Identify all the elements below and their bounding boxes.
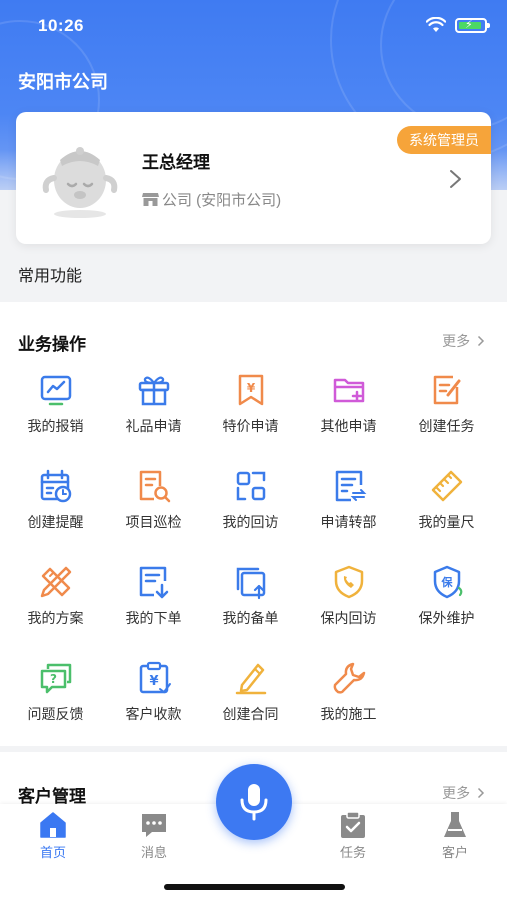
grid-item-my-plan[interactable]: 我的方案 [7, 554, 104, 644]
tab-messages[interactable]: 消息 [119, 810, 189, 861]
home-indicator [164, 884, 345, 890]
chevron-right-icon [477, 787, 485, 799]
scan-icon [236, 471, 265, 501]
shield-refresh-icon: 保 [433, 565, 462, 599]
svg-text:¥: ¥ [246, 381, 255, 395]
business-title: 业务操作 [18, 335, 86, 354]
yen-bookmark-icon: ¥ [238, 374, 263, 406]
avatar [42, 147, 118, 218]
grid-item-warranty-visit[interactable]: 保内回访 [300, 554, 397, 644]
grid-item-special-price[interactable]: ¥ 特价申请 [202, 362, 299, 452]
voice-mic-button[interactable] [216, 764, 292, 840]
wrench-icon [333, 662, 365, 694]
feedback-icon: ? [40, 663, 71, 694]
svg-text:保: 保 [440, 575, 453, 589]
customer-icon [444, 812, 466, 837]
chevron-right-icon [477, 335, 485, 347]
grid-item-payment[interactable]: ¥ 客户收款 [105, 650, 202, 740]
grid-item-my-order[interactable]: 我的下单 [105, 554, 202, 644]
document-search-icon [139, 470, 170, 503]
grid-item-create-contract[interactable]: 创建合同 [202, 650, 299, 740]
company-title: 安阳市公司 [18, 72, 108, 92]
user-company: 公司 (安阳市公司) [162, 192, 282, 209]
folder-add-icon [333, 378, 364, 403]
message-icon [142, 814, 166, 837]
user-name: 王总经理 [142, 153, 210, 172]
grid-item-create-task[interactable]: 创建任务 [398, 362, 495, 452]
task-icon [341, 811, 365, 838]
grid-item-other-request[interactable]: 其他申请 [300, 362, 397, 452]
microphone-icon [240, 784, 268, 821]
grid-item-inspection[interactable]: 项目巡检 [105, 458, 202, 548]
calendar-clock-icon [40, 469, 71, 503]
grid-item-construction[interactable]: 我的施工 [300, 650, 397, 740]
grid-item-gift[interactable]: 礼品申请 [105, 362, 202, 452]
shield-phone-icon [334, 565, 363, 599]
ruler-icon [431, 470, 462, 502]
status-bar: 10:26 ⚡ [0, 0, 507, 52]
clipboard-yen-icon: ¥ [139, 661, 171, 694]
svg-text:?: ? [50, 672, 57, 686]
transfer-document-icon [335, 470, 366, 502]
grid-item-feedback[interactable]: ? 问题反馈 [7, 650, 104, 740]
chart-board-icon [40, 375, 71, 406]
status-time: 10:26 [38, 16, 84, 35]
tab-tasks[interactable]: 任务 [318, 810, 388, 861]
tab-home[interactable]: 首页 [18, 810, 88, 861]
grid-item-measure[interactable]: 我的量尺 [398, 458, 495, 548]
store-icon [142, 193, 159, 206]
profile-card[interactable]: 系统管理员 王总经理 公司 (安阳市公司) [16, 112, 491, 244]
ruler-pencil-icon [40, 566, 71, 598]
copy-upload-icon [236, 567, 265, 600]
common-functions-label: 常用功能 [18, 268, 83, 285]
role-badge: 系统管理员 [397, 126, 491, 154]
edit-document-icon [433, 375, 460, 405]
grid-item-my-backup-order[interactable]: 我的备单 [202, 554, 299, 644]
grid-item-expense[interactable]: 我的报销 [7, 362, 104, 452]
svg-text:¥: ¥ [149, 674, 158, 689]
chevron-right-icon [450, 170, 461, 188]
grid-item-transfer[interactable]: 申请转部 [300, 458, 397, 548]
business-section: 业务操作 更多 我的报销 礼品申请 ¥ 特价申请 其他申请 创建任务 创建提醒 … [0, 302, 507, 746]
pen-sign-icon [235, 663, 266, 695]
grid-item-create-reminder[interactable]: 创建提醒 [7, 458, 104, 548]
tab-customers[interactable]: 客户 [420, 810, 490, 861]
wifi-icon [426, 17, 446, 32]
grid-item-out-warranty[interactable]: 保 保外维护 [398, 554, 495, 644]
customer-more-link[interactable]: 更多 [442, 783, 485, 803]
home-icon [40, 812, 66, 838]
gift-icon [138, 376, 169, 406]
order-download-icon [139, 566, 168, 599]
grid-item-my-visit[interactable]: 我的回访 [202, 458, 299, 548]
battery-icon: ⚡ [455, 18, 490, 33]
business-more-link[interactable]: 更多 [442, 331, 485, 351]
